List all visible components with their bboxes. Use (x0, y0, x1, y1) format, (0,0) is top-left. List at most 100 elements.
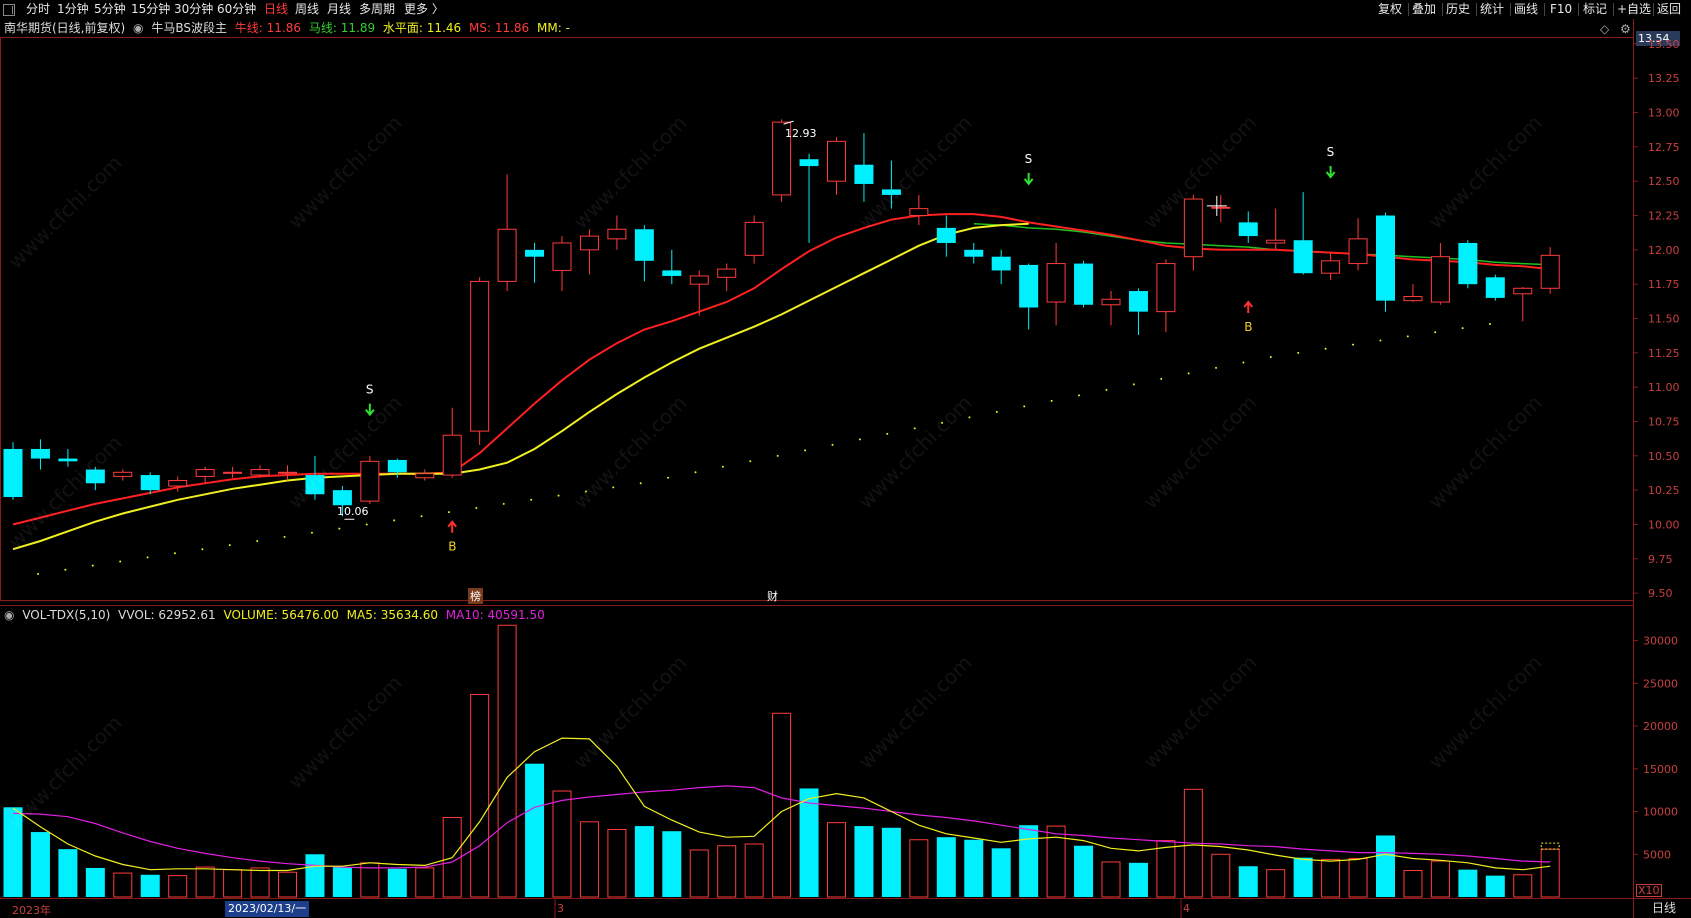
candle-body (936, 227, 956, 243)
volume-bar (1019, 825, 1039, 897)
price-tick-label: 10.25 (1648, 484, 1680, 497)
volume-bar (1156, 840, 1176, 898)
volume-bar (1513, 874, 1533, 898)
volume-bar (1293, 857, 1313, 897)
candle-body (1046, 263, 1066, 303)
kline-chart[interactable]: 13.50 13.25 13.00 12.75 12.50 12.25 12.00 11.75… (0, 0, 1691, 918)
level-dot (584, 490, 587, 493)
candle-body (168, 480, 188, 487)
level-dot (667, 476, 670, 479)
volume-tick-label: 30000 (1643, 635, 1678, 648)
candle-body (1101, 298, 1121, 306)
level-dot (228, 544, 231, 547)
volume-bar (827, 822, 846, 898)
selected-date: 2023/02/13/一 (225, 901, 310, 917)
bang-marker[interactable]: 榜 (468, 588, 483, 604)
date-axis-april: 4 (1183, 902, 1190, 915)
level-dot (968, 416, 971, 419)
volume-bar (168, 875, 188, 898)
price-tick-label: 12.25 (1648, 210, 1680, 223)
volume-bar (1430, 860, 1450, 898)
buy-arrow (447, 520, 457, 533)
level-dot (1379, 339, 1382, 342)
level-dot (1187, 372, 1190, 375)
candle-body (689, 275, 709, 285)
price-tick-label: 10.00 (1648, 518, 1680, 531)
candle-body (827, 140, 846, 182)
cai-marker[interactable]: 财 (767, 588, 778, 604)
level-dot (831, 443, 834, 446)
volume-tick-label: 25000 (1643, 677, 1678, 690)
candle-body (1485, 277, 1505, 298)
level-dot (310, 531, 313, 534)
candle-body (3, 448, 23, 498)
volume-bar (799, 788, 819, 897)
level-dot (804, 449, 807, 452)
candle-body (662, 270, 682, 276)
level-dot (913, 427, 916, 430)
level-dot (338, 527, 341, 530)
volume-bar (58, 849, 78, 897)
level-dot (256, 539, 259, 542)
volume-bar (991, 848, 1011, 897)
candle-body (1348, 238, 1368, 265)
volume-tick-label: 10000 (1643, 806, 1678, 819)
volume-tick-label: 5000 (1643, 848, 1671, 861)
volume-bar (1266, 869, 1286, 898)
high-price-label: 12.93 (785, 127, 817, 140)
price-tick-label: 10.50 (1648, 450, 1680, 463)
candle-body (854, 164, 874, 184)
candle-body (1403, 296, 1423, 302)
volume-bar (387, 868, 407, 897)
level-dot (694, 471, 697, 474)
level-dot (1324, 347, 1327, 350)
candle-body (909, 208, 929, 217)
level-dot (1434, 331, 1437, 334)
candle-body (140, 475, 160, 491)
candle-body (360, 460, 380, 502)
volume-bar (552, 790, 572, 898)
candle-body (442, 434, 462, 476)
level-dot (365, 523, 368, 526)
candle-body (1211, 206, 1231, 209)
volume-bar (332, 867, 352, 897)
niu-line (12, 213, 1551, 526)
volume-bar (662, 831, 682, 897)
candle-body (1458, 242, 1478, 285)
volume-tick-label: 20000 (1643, 720, 1678, 733)
candle-body (30, 448, 50, 459)
candle-body (634, 229, 654, 261)
level-dot (420, 515, 423, 518)
volume-bar (278, 871, 297, 898)
vol-indicator-name[interactable]: VOL-TDX(5,10) (22, 608, 110, 622)
level-dot (530, 498, 533, 501)
ma-line (12, 222, 1029, 551)
candle-body (85, 469, 105, 484)
level-dot (1078, 394, 1081, 397)
volume-bar (772, 712, 792, 898)
candle-body (1430, 256, 1450, 303)
volume-value: VOLUME: 56476.00 (223, 608, 339, 622)
candle-body (387, 459, 407, 473)
sell-arrow (365, 403, 375, 417)
candle-body (964, 249, 984, 257)
level-dot (1050, 399, 1053, 402)
level-dot (393, 519, 396, 522)
volume-bar (854, 826, 874, 897)
volume-bar (717, 845, 737, 898)
volume-bar (579, 821, 599, 898)
candle-body (1321, 260, 1341, 274)
vol-toggle-icon[interactable]: ◉ (4, 608, 14, 622)
volume-bar (113, 872, 133, 898)
candle-body (470, 280, 490, 432)
level-dot (91, 564, 94, 567)
volume-bar (195, 866, 215, 898)
candle-body (1376, 215, 1395, 301)
candle-body (497, 228, 517, 282)
volume-bar (1376, 835, 1395, 897)
level-dot (1242, 361, 1245, 364)
buy-signal-label: B (448, 540, 456, 554)
volume-bar (470, 693, 490, 898)
candle-body (991, 256, 1011, 271)
level-dot (119, 560, 122, 563)
